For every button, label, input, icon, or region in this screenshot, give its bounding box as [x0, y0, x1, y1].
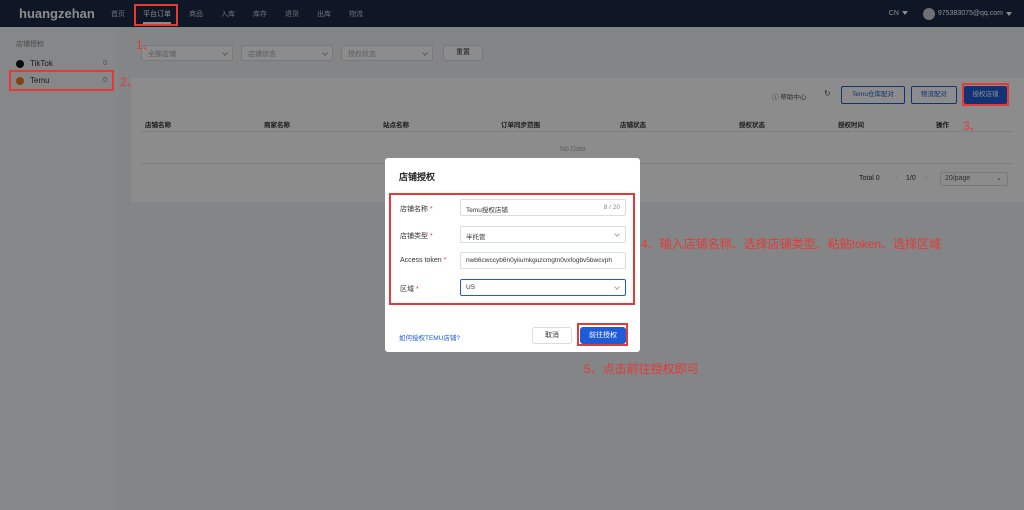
annotation-4: 4、输入店铺名称、选择店铺类型、粘贴token、选择区域	[641, 237, 942, 251]
annotation-1: 1、	[136, 38, 155, 52]
annotation-box-form	[389, 193, 635, 305]
annotation-3: 3、	[963, 119, 982, 133]
cancel-button[interactable]: 取消	[532, 327, 572, 344]
annotation-2: 2、	[120, 75, 139, 89]
modal-title: 店铺授权	[399, 172, 436, 182]
annotation-box-authorize	[962, 83, 1009, 106]
annotation-box-nav	[134, 4, 178, 26]
annotation-box-temu	[9, 70, 114, 91]
how-to-authorize-link[interactable]: 如何授权TEMU店铺?	[399, 332, 460, 342]
annotation-5: 5、点击前往授权即可	[584, 362, 699, 376]
annotation-box-confirm	[577, 323, 628, 346]
